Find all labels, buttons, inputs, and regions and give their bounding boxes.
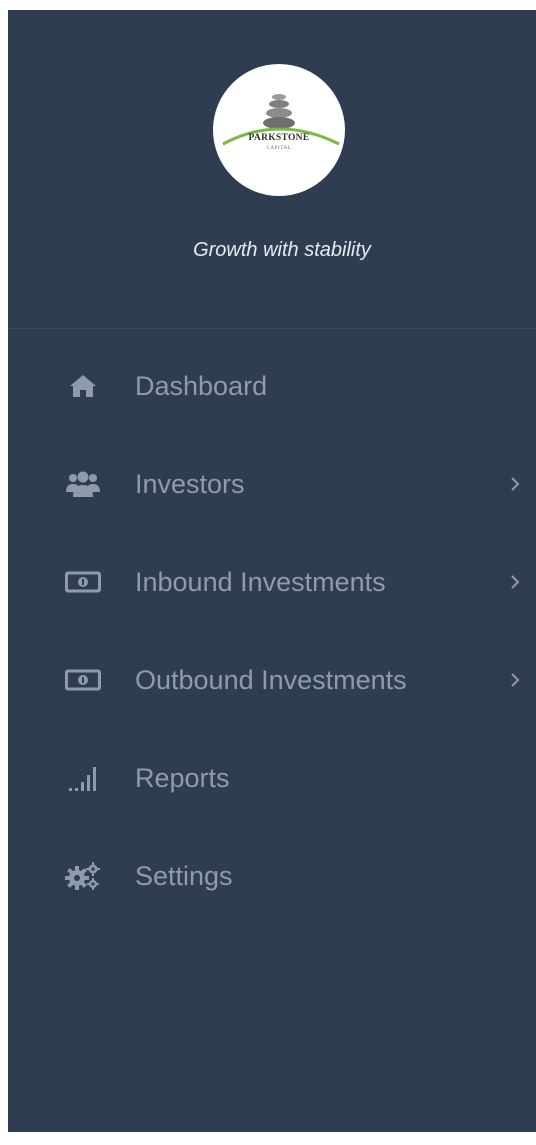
menu-label-dashboard: Dashboard	[135, 370, 268, 401]
home-icon	[65, 372, 101, 400]
stones-logo-icon	[222, 94, 340, 146]
signal-icon	[65, 764, 101, 792]
parkstone-logo[interactable]: PARKSTONE CAPITAL	[213, 64, 345, 196]
users-icon	[65, 470, 101, 498]
menu-item-dashboard[interactable]: Dashboard	[8, 337, 536, 435]
chevron-right-icon	[511, 477, 520, 491]
menu-item-investors[interactable]: Investors	[8, 435, 536, 533]
gears-icon	[65, 862, 101, 890]
chevron-right-icon	[511, 673, 520, 687]
sidebar: PARKSTONE CAPITAL Growth with stability …	[8, 10, 536, 1132]
menu-label-settings: Settings	[135, 860, 233, 891]
menu-label-investors: Investors	[135, 468, 245, 499]
logo-name-text: PARKSTONE	[248, 133, 310, 143]
logo-sub-text: CAPITAL	[266, 146, 292, 151]
menu-label-reports: Reports	[135, 762, 230, 793]
menu-item-settings[interactable]: Settings	[8, 827, 536, 925]
chevron-right-icon	[511, 575, 520, 589]
menu-label-outbound-investments: Outbound Investments	[135, 664, 407, 695]
menu-item-outbound-investments[interactable]: Outbound Investments	[8, 631, 536, 729]
sidebar-brand: PARKSTONE CAPITAL Growth with stability	[8, 10, 536, 329]
money-icon	[65, 568, 101, 596]
menu-item-inbound-investments[interactable]: Inbound Investments	[8, 533, 536, 631]
money-icon	[65, 666, 101, 694]
sidebar-menu: Dashboard Investors Inbound Investments …	[8, 337, 536, 925]
menu-label-inbound-investments: Inbound Investments	[135, 566, 386, 597]
menu-item-reports[interactable]: Reports	[8, 729, 536, 827]
tagline: Growth with stability	[193, 239, 371, 261]
